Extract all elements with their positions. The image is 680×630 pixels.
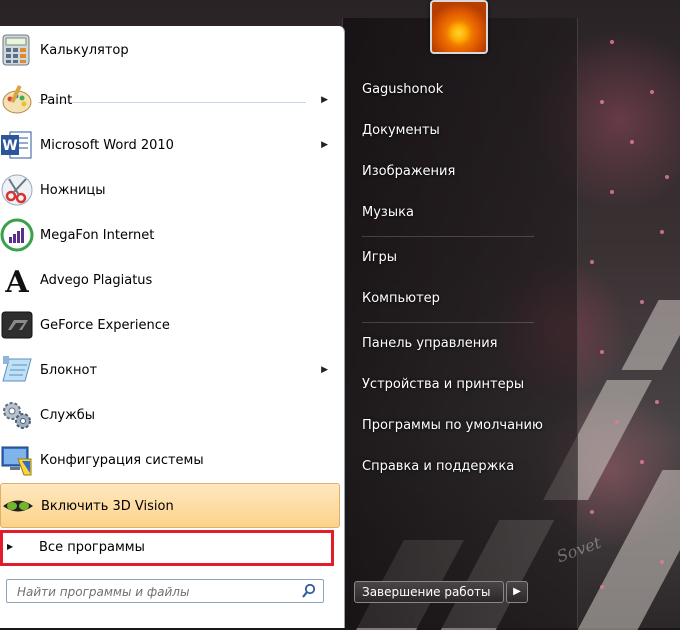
user-avatar[interactable] bbox=[430, 0, 488, 54]
advego-icon: A bbox=[2, 265, 32, 297]
program-notepad[interactable]: Блокнот ▶ bbox=[0, 348, 340, 393]
program-label: Конфигурация системы bbox=[40, 453, 204, 468]
program-label: Advego Plagiatus bbox=[40, 273, 153, 288]
program-calculator[interactable]: Калькулятор bbox=[0, 28, 340, 73]
search-box[interactable] bbox=[6, 579, 324, 603]
shutdown-options-button[interactable]: ▶ bbox=[506, 581, 528, 603]
right-item-control-panel[interactable]: Панель управления bbox=[354, 329, 562, 359]
notepad-icon bbox=[2, 356, 32, 382]
program-advego[interactable]: A Advego Plagiatus bbox=[0, 258, 340, 303]
all-programs-label: Все программы bbox=[39, 540, 145, 555]
search-icon[interactable] bbox=[301, 583, 317, 599]
shutdown-button[interactable]: Завершение работы bbox=[354, 581, 504, 603]
gears-icon bbox=[3, 402, 31, 429]
svg-text:A: A bbox=[4, 265, 29, 297]
paint-icon bbox=[2, 85, 32, 114]
program-word[interactable]: W Microsoft Word 2010 ▶ bbox=[0, 123, 340, 168]
right-item-username[interactable]: Gagushonok bbox=[354, 75, 562, 105]
right-item-pictures[interactable]: Изображения bbox=[354, 157, 562, 187]
program-paint[interactable]: Paint ▶ bbox=[0, 78, 340, 123]
calculator-icon bbox=[2, 34, 30, 66]
program-snipping-tool[interactable]: Ножницы bbox=[0, 168, 340, 213]
submenu-arrow-icon[interactable]: ▶ bbox=[321, 348, 328, 393]
triangle-right-icon: ▶ bbox=[7, 542, 14, 551]
3d-vision-icon bbox=[3, 500, 33, 512]
megafon-icon bbox=[0, 218, 34, 252]
right-divider bbox=[362, 236, 534, 237]
program-services[interactable]: Службы bbox=[0, 393, 340, 438]
word-icon: W bbox=[1, 131, 32, 159]
submenu-arrow-icon[interactable]: ▶ bbox=[321, 123, 328, 168]
submenu-arrow-icon[interactable]: ▶ bbox=[321, 78, 328, 123]
right-item-devices-printers[interactable]: Устройства и принтеры bbox=[354, 370, 562, 400]
program-label: Калькулятор bbox=[40, 43, 129, 58]
right-item-documents[interactable]: Документы bbox=[354, 116, 562, 146]
program-msconfig[interactable]: Конфигурация системы bbox=[0, 438, 340, 483]
program-3d-vision[interactable]: Включить 3D Vision bbox=[0, 483, 340, 528]
right-item-computer[interactable]: Компьютер bbox=[354, 284, 562, 314]
right-item-games[interactable]: Игры bbox=[354, 243, 562, 273]
svg-text:W: W bbox=[2, 138, 17, 154]
system-config-icon bbox=[1, 446, 32, 476]
program-label: MegaFon Internet bbox=[40, 228, 155, 243]
search-input[interactable] bbox=[15, 582, 299, 602]
program-label: Microsoft Word 2010 bbox=[40, 138, 174, 153]
right-item-help-support[interactable]: Справка и поддержка bbox=[354, 452, 562, 482]
right-divider bbox=[362, 322, 534, 323]
program-label: Включить 3D Vision bbox=[41, 499, 174, 514]
program-label: Ножницы bbox=[40, 183, 106, 198]
program-geforce[interactable]: GeForce Experience bbox=[0, 303, 340, 348]
program-megafon[interactable]: MegaFon Internet bbox=[0, 213, 340, 258]
scissors-icon bbox=[1, 174, 33, 206]
geforce-icon bbox=[1, 311, 33, 339]
program-label: Службы bbox=[40, 408, 96, 423]
program-label: Paint bbox=[40, 93, 73, 108]
start-menu-right-pane bbox=[342, 18, 578, 628]
right-item-music[interactable]: Музыка bbox=[354, 198, 562, 228]
all-programs-button[interactable]: ▶ Все программы bbox=[0, 530, 334, 566]
program-label: GeForce Experience bbox=[40, 318, 170, 333]
right-item-default-programs[interactable]: Программы по умолчанию bbox=[354, 411, 562, 441]
program-label: Блокнот bbox=[40, 363, 98, 378]
